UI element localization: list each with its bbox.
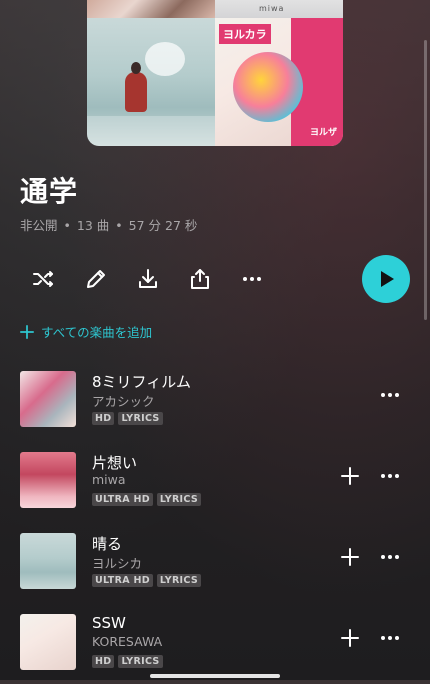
track-row[interactable]: 晴る ヨルシカ ULTRA HD LYRICS <box>0 533 430 603</box>
lyrics-badge: LYRICS <box>118 412 163 425</box>
playlist-visibility: 非公開 <box>20 218 58 233</box>
add-track-icon[interactable] <box>338 545 362 569</box>
add-all-songs-label: すべての楽曲を追加 <box>41 325 153 340</box>
album-art <box>20 452 76 508</box>
add-all-songs-button[interactable]: すべての楽曲を追加 <box>20 322 152 341</box>
track-title: 片想い <box>92 454 138 472</box>
album-art <box>20 614 76 670</box>
playlist-cover-collage: miwa ヨルカラ ヨルザ <box>87 0 343 146</box>
lyrics-badge: LYRICS <box>118 655 163 668</box>
playlist-track-count: 13 曲 <box>76 218 110 233</box>
cover-tile-1 <box>87 0 215 18</box>
more-icon <box>243 277 261 281</box>
track-row[interactable]: 片想い miwa ULTRA HD LYRICS <box>0 452 430 522</box>
more-options-button[interactable] <box>237 264 267 294</box>
play-icon <box>381 271 394 287</box>
track-artist: KORESAWA <box>92 634 163 649</box>
playlist-meta: 非公開 • 13 曲 • 57 分 27 秒 <box>20 218 198 233</box>
quality-tags: ULTRA HD LYRICS <box>92 574 201 587</box>
share-button[interactable] <box>185 264 215 294</box>
pencil-icon <box>87 270 105 288</box>
play-button[interactable] <box>362 255 410 303</box>
track-artist: miwa <box>92 472 126 487</box>
cover-tile-2: miwa <box>215 0 343 18</box>
track-title: 晴る <box>92 535 123 553</box>
quality-tags: HD LYRICS <box>92 655 163 668</box>
cover-tile-title: ヨルカラ <box>219 24 271 44</box>
quality-badge: HD <box>92 655 115 668</box>
track-more-icon[interactable] <box>378 464 402 488</box>
track-artist: アカシック <box>92 394 155 409</box>
add-track-icon[interactable] <box>338 464 362 488</box>
track-artist: ヨルシカ <box>92 556 143 571</box>
cover-tile-artist-text: miwa <box>259 4 285 13</box>
lyrics-badge: LYRICS <box>156 493 201 506</box>
quality-badge: ULTRA HD <box>92 493 153 506</box>
download-button[interactable] <box>133 264 163 294</box>
shuffle-icon <box>33 271 53 287</box>
track-more-icon[interactable] <box>378 626 402 650</box>
cover-tile-3 <box>87 18 215 146</box>
track-title: 8ミリフィルム <box>92 373 191 391</box>
cover-tile-subtitle: ヨルザ <box>309 128 337 138</box>
quality-badge: HD <box>92 412 115 425</box>
share-icon <box>191 269 209 289</box>
download-icon <box>139 269 157 288</box>
quality-tags: HD LYRICS <box>92 412 163 425</box>
album-art <box>20 533 76 589</box>
lyrics-badge: LYRICS <box>156 574 201 587</box>
track-title: SSW <box>92 614 126 632</box>
cover-tile-4: ヨルカラ ヨルザ <box>215 18 343 146</box>
quality-tags: ULTRA HD LYRICS <box>92 493 201 506</box>
shuffle-button[interactable] <box>28 264 58 294</box>
add-track-icon[interactable] <box>338 626 362 650</box>
home-indicator <box>150 674 280 678</box>
track-row[interactable]: 8ミリフィルム アカシック HD LYRICS <box>0 371 430 441</box>
album-art <box>20 371 76 427</box>
quality-badge: ULTRA HD <box>92 574 153 587</box>
edit-button[interactable] <box>81 264 111 294</box>
plus-icon <box>20 324 34 339</box>
scrollbar[interactable] <box>424 40 427 320</box>
track-more-icon[interactable] <box>378 383 402 407</box>
playlist-duration: 57 分 27 秒 <box>128 218 198 233</box>
track-more-icon[interactable] <box>378 545 402 569</box>
playlist-title: 通学 <box>20 175 79 208</box>
